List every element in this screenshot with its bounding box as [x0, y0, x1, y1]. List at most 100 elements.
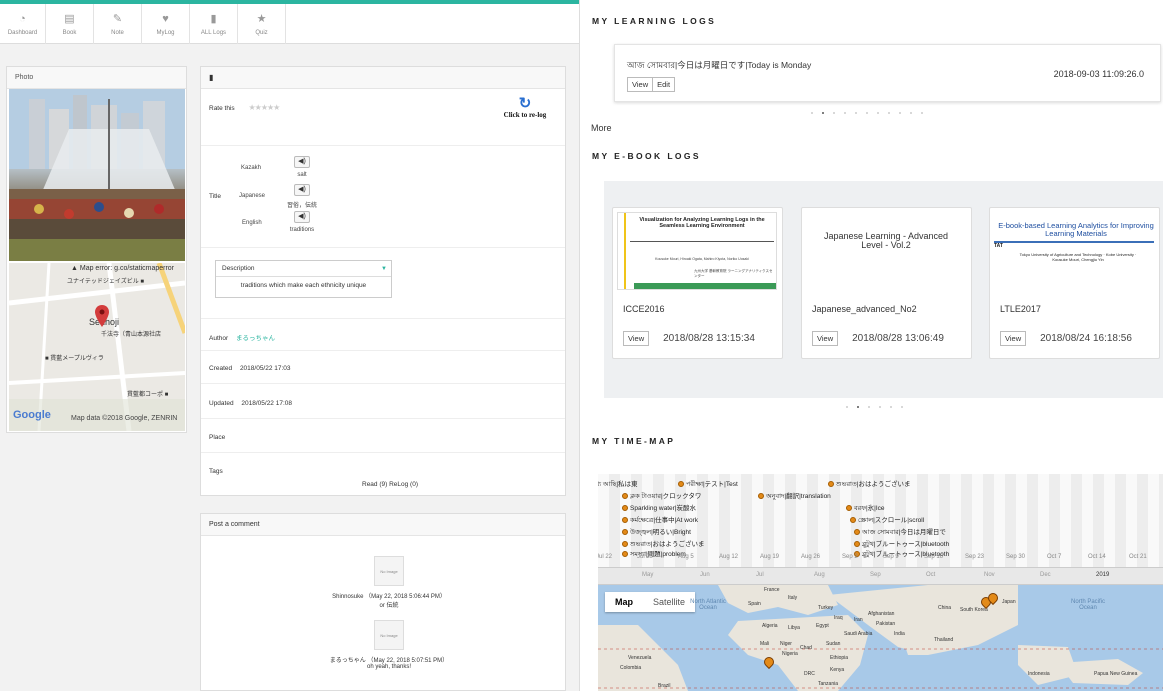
event-dot-icon [622, 493, 628, 499]
nav-book[interactable]: ▤ Book [46, 4, 94, 44]
event-dot-icon [828, 481, 834, 487]
page-dot-active[interactable] [822, 112, 824, 114]
page-dot[interactable] [855, 112, 857, 114]
nav-quiz[interactable]: ★ Quiz [238, 4, 286, 44]
page-dot[interactable] [888, 112, 890, 114]
timeline-event[interactable]: অনুবাদ|翻訳|translation [758, 490, 831, 502]
timeline-tick: Jul 29 [637, 554, 654, 560]
nav-dashboard[interactable]: ◔ Dashboard [0, 4, 46, 44]
event-label: স্ক্রোল|スクロール|scroll [858, 517, 925, 524]
timeline-event[interactable]: র মধ্যে আছি|私は東 [598, 478, 638, 490]
cover-title: Japanese Learning - Advanced Level - Vol… [823, 231, 949, 250]
nav-label: Quiz [255, 29, 268, 36]
country-label: Afghanistan [868, 611, 895, 617]
page-dot[interactable] [811, 112, 813, 114]
ebook-pagination[interactable] [846, 406, 903, 408]
timeline-months[interactable]: May Jun Jul Aug Sep Oct Nov Dec 2019 [598, 567, 1163, 585]
timeline-event[interactable]: বরফ|氷|Ice [846, 502, 885, 514]
ebook-cover[interactable]: E-book-based Learning Analytics for Impr… [994, 212, 1154, 290]
page-dot[interactable] [833, 112, 835, 114]
nav-note[interactable]: ✎ Note [94, 4, 142, 44]
timeline-event[interactable]: সমস্যা|問題|problem [622, 548, 686, 560]
timeline-event[interactable]: Sparkling water|炭酸水 [622, 502, 696, 512]
ocean-label: North Pacific Ocean [1070, 599, 1105, 611]
country-label: India [894, 631, 905, 637]
photo-panel: Photo ▲ Map error: g.co/staticmaperror ユ… [6, 66, 187, 433]
ebook-cover[interactable]: Japanese Learning - Advanced Level - Vol… [806, 212, 966, 290]
divider [201, 350, 565, 351]
star-icon: ★ [256, 12, 267, 25]
log-photo[interactable] [9, 89, 185, 261]
event-label: ক্লক টাওয়ার|クロックタワ [630, 493, 702, 500]
event-dot-icon [622, 505, 628, 511]
country-label: Spain [748, 601, 761, 607]
page-dot-active[interactable] [857, 406, 859, 408]
view-button[interactable]: View [627, 77, 654, 92]
description-dropdown[interactable]: Description ▼ traditions which make each… [215, 260, 392, 298]
speaker-icon[interactable]: ◀) [294, 211, 310, 223]
map-label: ユナイテッドジェイズビル ■ [67, 279, 144, 285]
map-tab[interactable]: Map [605, 592, 643, 612]
ebook-cover[interactable]: Visualization for Analyzing Learning Log… [617, 212, 777, 290]
timeline-event[interactable]: স্ক্রোল|スクロール|scroll [850, 514, 924, 526]
page-dot[interactable] [846, 406, 848, 408]
nav-all-logs[interactable]: ▮ ALL Logs [190, 4, 238, 44]
timeline-event[interactable]: আজ সোমবার|今日は月曜日で [854, 526, 946, 538]
cover-rule [994, 241, 1154, 243]
page-dot[interactable] [877, 112, 879, 114]
time-map-title: MY TIME-MAP [592, 436, 676, 446]
page-dot[interactable] [890, 406, 892, 408]
location-map[interactable]: ▲ Map error: g.co/staticmaperror ユナイテッドジ… [9, 263, 185, 431]
event-dot-icon [854, 541, 860, 547]
edit-button[interactable]: Edit [653, 77, 676, 92]
map-marker-icon[interactable] [95, 305, 109, 327]
page-dot[interactable] [844, 112, 846, 114]
timeline-event[interactable]: কর্মক্ষেত্রে|仕事中|At work [622, 514, 698, 526]
google-logo: Google [13, 409, 51, 421]
page-dot[interactable] [899, 112, 901, 114]
view-button[interactable]: View [623, 331, 650, 346]
timeline-event[interactable]: পরীক্ষা|テスト|Test [678, 478, 738, 490]
view-button[interactable]: View [812, 331, 839, 346]
world-map[interactable]: Map Satellite North Atlantic Ocean North… [598, 585, 1163, 691]
view-button[interactable]: View [1000, 331, 1027, 346]
refresh-icon: ↻ [518, 96, 532, 112]
timeline-tick: Sep 30 [1006, 554, 1026, 560]
updated-value: 2018/05/22 17:08 [241, 400, 292, 407]
timeline-event[interactable]: উজ্জ্বল|明るい|Bright [622, 526, 691, 538]
comment-text: oh yeah, thanks! [366, 664, 412, 670]
country-label: Indonesia [1028, 671, 1050, 677]
updated-row: Updated 2018/05/22 17:08 [209, 400, 292, 407]
page-dot[interactable] [866, 112, 868, 114]
country-label: Iraq [834, 615, 843, 621]
ebook-meta: View 2018/08/28 13:15:34 [623, 331, 755, 346]
more-link[interactable]: More [591, 123, 612, 133]
nav-mylog[interactable]: ♥ MyLog [142, 4, 190, 44]
speaker-icon[interactable]: ◀) [294, 184, 310, 196]
relog-button[interactable]: ↻ Click to re-log [499, 96, 551, 120]
ebook-meta: View 2018/08/24 16:18:56 [1000, 331, 1132, 346]
cover-stripe [624, 213, 626, 289]
rating-stars-icon[interactable]: ★★★★★ [248, 103, 280, 112]
cover-rule [630, 241, 774, 242]
page-dot[interactable] [921, 112, 923, 114]
page-dot[interactable] [910, 112, 912, 114]
timeline-month: Nov [984, 572, 995, 578]
file-icon: ▮ [210, 12, 217, 25]
speaker-icon[interactable]: ◀) [294, 156, 310, 168]
festival-photo-image [9, 89, 185, 261]
page-dot[interactable] [868, 406, 870, 408]
timeline-month: Oct [926, 572, 936, 578]
timeline-event[interactable]: ক্লক টাওয়ার|クロックタワ [622, 490, 701, 502]
commenter-avatar: No Image [374, 620, 404, 650]
page-dot[interactable] [901, 406, 903, 408]
timeline-band[interactable]: র মধ্যে আছি|私は東 পরীক্ষা|テスト|Test শুভরাত|おは… [598, 474, 1163, 567]
time-map: র মধ্যে আছি|私は東 পরীক্ষা|テスト|Test শুভরাত|おは… [598, 474, 1163, 691]
author-link[interactable]: まるっちゃん [236, 335, 275, 342]
timeline-event[interactable]: শুভরাত|おはようございま [828, 478, 910, 490]
comments-title: Post a comment [201, 514, 565, 536]
learning-log-pagination[interactable] [811, 112, 923, 114]
timeline-month: Aug [814, 572, 825, 578]
page-dot[interactable] [879, 406, 881, 408]
language-kazakh: Kazakh [241, 165, 262, 171]
